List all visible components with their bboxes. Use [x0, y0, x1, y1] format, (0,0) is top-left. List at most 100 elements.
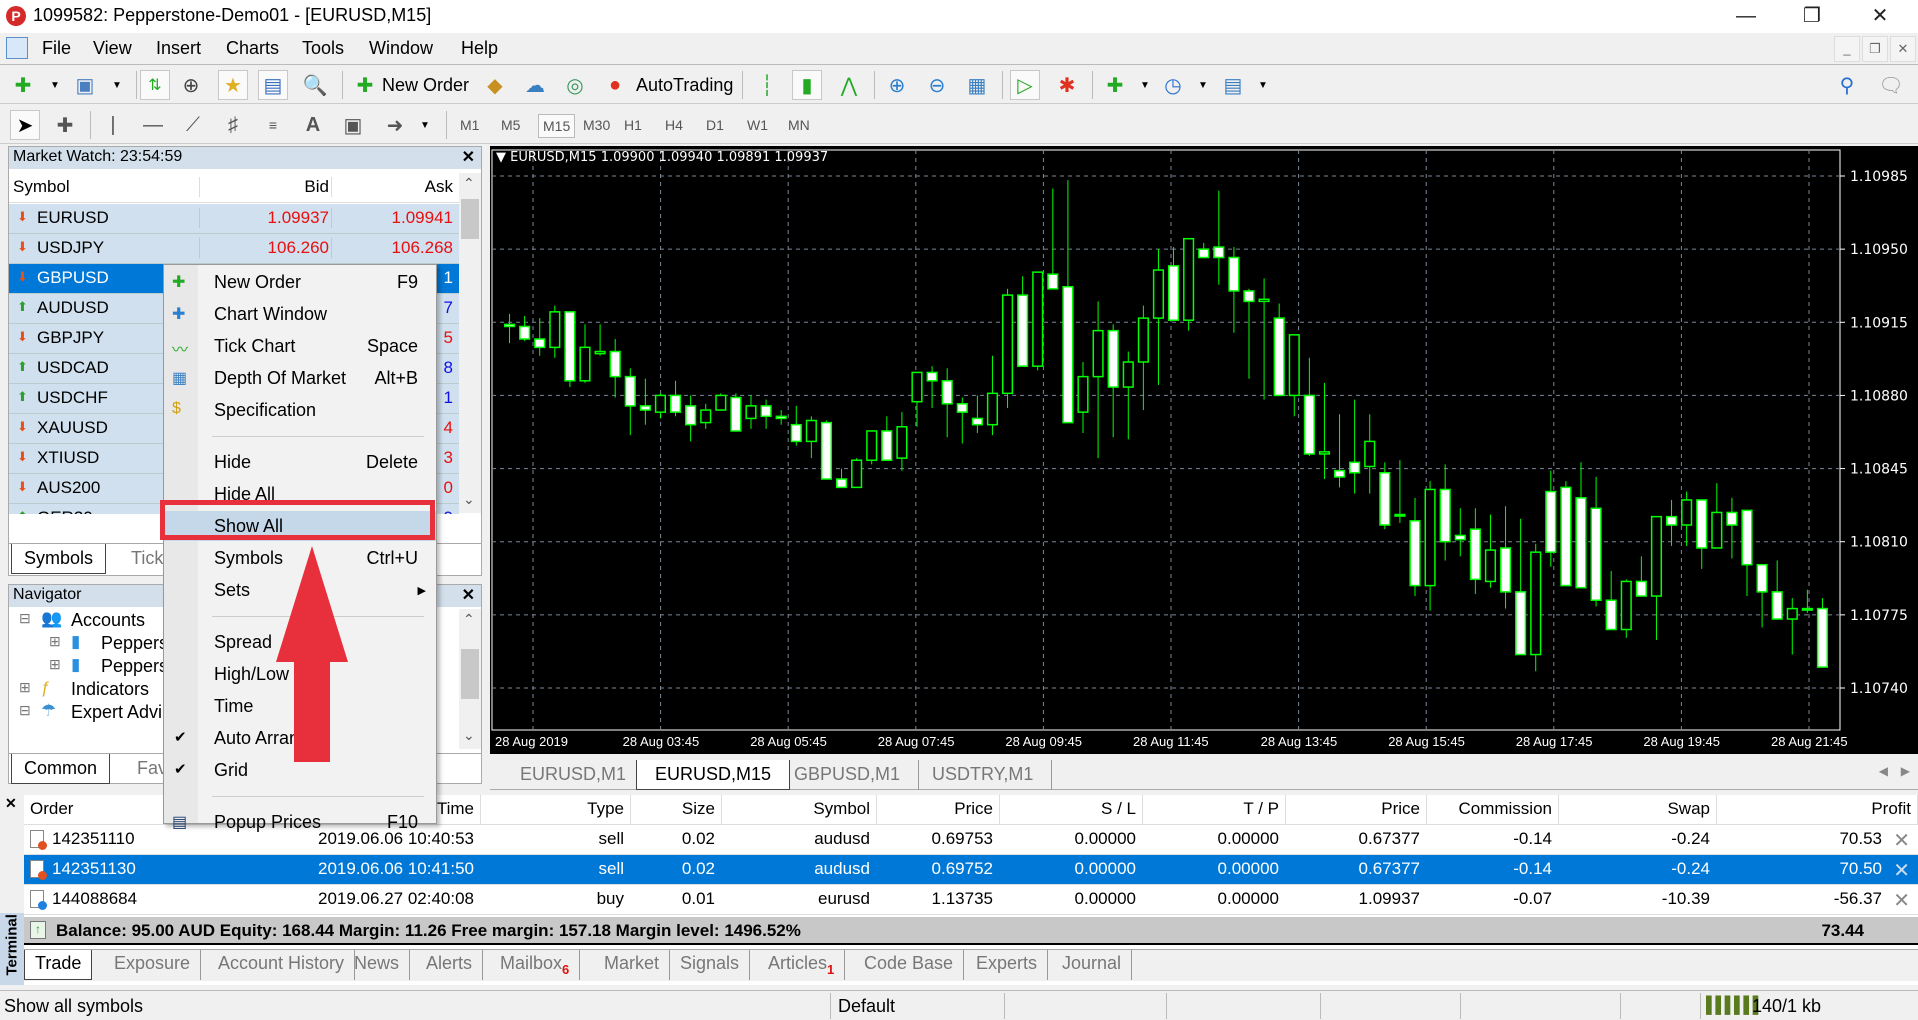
- terminal-tab-exposure[interactable]: Exposure: [104, 950, 202, 980]
- timeframe-h4[interactable]: H4: [661, 114, 687, 138]
- terminal-tab-code-base[interactable]: Code Base: [854, 950, 965, 980]
- terminal-tab-mailbox[interactable]: Mailbox6: [490, 950, 581, 980]
- chart-tab[interactable]: GBPUSD,M1: [776, 760, 920, 790]
- market-watch-scrollbar[interactable]: ⌃ ⌄: [459, 173, 481, 513]
- profiles-dropdown-icon[interactable]: ▼: [102, 70, 132, 100]
- crosshair-icon[interactable]: ✚: [50, 110, 80, 140]
- price-chart[interactable]: 1.10985 1.10950 1.10915 1.10880 1.10845 1.108…: [490, 146, 1918, 754]
- new-order-button[interactable]: New Order: [382, 75, 469, 96]
- terminal-tab-journal[interactable]: Journal: [1052, 950, 1133, 980]
- terminal-tab-alerts[interactable]: Alerts: [416, 950, 484, 980]
- terminal-tab-trade[interactable]: Trade: [24, 950, 93, 980]
- mdi-minimize-button[interactable]: _: [1834, 36, 1860, 62]
- expand-icon[interactable]: ⊞: [19, 679, 31, 696]
- equidistant-channel-icon[interactable]: ♯: [218, 110, 248, 140]
- strategy-tester-icon[interactable]: 🔍: [300, 70, 330, 100]
- collapse-icon[interactable]: ⊟: [19, 610, 31, 627]
- tab-symbols[interactable]: Symbols: [11, 544, 107, 574]
- trendline-icon[interactable]: ⟋: [178, 110, 208, 140]
- tab-common[interactable]: Common: [11, 754, 111, 784]
- chart-document-icon[interactable]: [6, 37, 28, 59]
- mdi-restore-button[interactable]: ❐: [1862, 36, 1888, 62]
- restore-button[interactable]: ❐: [1782, 0, 1842, 33]
- column-header[interactable]: S / L: [1000, 795, 1143, 825]
- indicators-dropdown-icon[interactable]: ▼: [1130, 70, 1160, 100]
- menu-view[interactable]: View: [93, 38, 132, 59]
- text-label-icon[interactable]: ▣: [338, 110, 368, 140]
- column-header[interactable]: Commission: [1427, 795, 1559, 825]
- close-position-button[interactable]: ✕: [1893, 828, 1910, 853]
- timeframe-h1[interactable]: H1: [620, 114, 646, 138]
- column-header[interactable]: Type: [481, 795, 631, 825]
- new-order-icon[interactable]: ✚: [350, 70, 380, 100]
- terminal-tab-articles[interactable]: Articles1: [758, 950, 846, 980]
- menu-charts[interactable]: Charts: [226, 38, 279, 59]
- column-header[interactable]: Swap: [1559, 795, 1717, 825]
- auto-scroll-icon[interactable]: ▷: [1010, 70, 1040, 100]
- chart-tab[interactable]: USDTRY,M1: [914, 760, 1053, 790]
- menu-item-new-order[interactable]: ✚ New Order F9: [164, 267, 436, 297]
- terminal-tab-experts[interactable]: Experts: [966, 950, 1049, 980]
- column-header[interactable]: Symbol: [722, 795, 877, 825]
- minimize-button[interactable]: —: [1716, 0, 1776, 33]
- collapse-icon[interactable]: ⊟: [19, 702, 31, 719]
- column-header[interactable]: Price: [1286, 795, 1427, 825]
- col-symbol[interactable]: Symbol: [13, 177, 70, 197]
- navigator-close-button[interactable]: ✕: [462, 585, 475, 605]
- arrows-icon[interactable]: ➜: [380, 110, 410, 140]
- menu-item-hide[interactable]: Hide Delete: [164, 447, 436, 477]
- templates-dropdown-icon[interactable]: ▼: [1248, 70, 1278, 100]
- new-chart-dropdown-icon[interactable]: ▼: [40, 70, 70, 100]
- terminal-tab-market[interactable]: Market: [594, 950, 671, 980]
- timeframe-m5[interactable]: M5: [497, 114, 524, 138]
- market-watch-row[interactable]: ⬇ EURUSD 1.09937 1.09941: [9, 204, 459, 234]
- timeframe-d1[interactable]: D1: [702, 114, 728, 138]
- tab-scroll-left-icon[interactable]: ◀: [1879, 764, 1888, 778]
- periods-icon[interactable]: ◷: [1158, 70, 1188, 100]
- data-window-icon[interactable]: ⊕: [176, 70, 206, 100]
- vertical-line-icon[interactable]: |: [98, 110, 128, 140]
- metaeditor-icon[interactable]: ◆: [480, 70, 510, 100]
- menu-item-specification[interactable]: $ Specification: [164, 395, 436, 425]
- menu-tools[interactable]: Tools: [302, 38, 344, 59]
- arrows-dropdown-icon[interactable]: ▼: [410, 110, 440, 140]
- text-icon[interactable]: A: [298, 110, 328, 140]
- expand-icon[interactable]: ⊞: [49, 633, 61, 650]
- zoom-out-icon[interactable]: ⊖: [922, 70, 952, 100]
- close-position-button[interactable]: ✕: [1893, 858, 1910, 883]
- col-ask[interactable]: Ask: [331, 177, 453, 197]
- col-bid[interactable]: Bid: [199, 177, 329, 197]
- indicators-icon[interactable]: ✚: [1100, 70, 1130, 100]
- chart-tab[interactable]: EURUSD,M15: [636, 760, 791, 790]
- terminal-tab-news[interactable]: News: [344, 950, 411, 980]
- timeframe-m30[interactable]: M30: [579, 114, 614, 138]
- menu-insert[interactable]: Insert: [156, 38, 201, 59]
- navigator-icon[interactable]: ★: [218, 70, 248, 100]
- timeframe-m15[interactable]: M15: [538, 114, 576, 138]
- mdi-close-button[interactable]: ✕: [1890, 36, 1916, 62]
- trade-row[interactable]: 142351130 2019.06.06 10:41:50 sell 0.02 audu…: [24, 855, 1918, 885]
- market-watch-icon[interactable]: ⇅: [140, 70, 170, 100]
- timeframe-m1[interactable]: M1: [456, 114, 483, 138]
- templates-icon[interactable]: ▤: [1218, 70, 1248, 100]
- zoom-in-icon[interactable]: ⊕: [882, 70, 912, 100]
- column-header[interactable]: Price: [877, 795, 1000, 825]
- terminal-tab-account-history[interactable]: Account History: [208, 950, 356, 980]
- trade-row[interactable]: 144088684 2019.06.27 02:40:08 buy 0.01 eurus…: [24, 885, 1918, 915]
- periods-dropdown-icon[interactable]: ▼: [1188, 70, 1218, 100]
- vps-icon[interactable]: ☁: [520, 70, 550, 100]
- tab-scroll-right-icon[interactable]: ▶: [1901, 764, 1910, 778]
- signals-icon[interactable]: ◎: [560, 70, 590, 100]
- chat-icon[interactable]: 🗨: [1876, 70, 1906, 100]
- close-button[interactable]: ✕: [1850, 0, 1910, 33]
- expand-icon[interactable]: ⊞: [49, 656, 61, 673]
- timeframe-w1[interactable]: W1: [743, 114, 772, 138]
- navigator-scrollbar[interactable]: ⌃ ⌄: [459, 609, 481, 749]
- market-watch-close-button[interactable]: ✕: [462, 147, 475, 167]
- column-header[interactable]: Size: [631, 795, 722, 825]
- search-icon[interactable]: ⚲: [1832, 70, 1862, 100]
- candlestick-chart[interactable]: 1.10985 1.10950 1.10915 1.10880 1.10845 1.108…: [490, 146, 1918, 754]
- chart-menu-triangle-icon[interactable]: ▼: [496, 150, 506, 165]
- candlestick-icon[interactable]: ▮: [792, 70, 822, 100]
- menu-item-chart-window[interactable]: ✚ Chart Window: [164, 299, 436, 329]
